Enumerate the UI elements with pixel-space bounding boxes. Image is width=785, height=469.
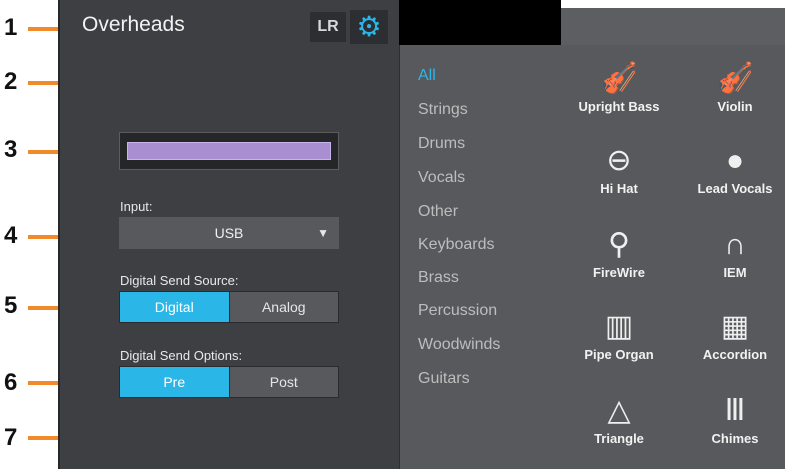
category-strings[interactable]: Strings bbox=[418, 101, 468, 119]
instrument-upright-bass[interactable]: 🎻 Upright Bass bbox=[564, 59, 674, 114]
send-options-post-button[interactable]: Post bbox=[228, 367, 338, 397]
send-options-toggle: Pre Post bbox=[119, 366, 339, 398]
send-source-digital-button[interactable]: Digital bbox=[120, 292, 229, 322]
upright-bass-icon: 🎻 bbox=[600, 62, 638, 95]
violin-icon: 🎻 bbox=[716, 62, 754, 95]
gear-icon: ⚙ bbox=[356, 11, 382, 42]
callout-2: 2 bbox=[4, 68, 18, 95]
category-woodwinds[interactable]: Woodwinds bbox=[418, 336, 500, 354]
hi-hat-icon: ⊖ bbox=[606, 144, 632, 177]
send-options-pre-button[interactable]: Pre bbox=[120, 367, 229, 397]
category-vocals[interactable]: Vocals bbox=[418, 169, 465, 187]
triangle-icon: △ bbox=[607, 394, 631, 427]
instrument-violin[interactable]: 🎻 Violin bbox=[680, 59, 785, 114]
callout-arrow-1 bbox=[28, 20, 74, 38]
callout-1: 1 bbox=[4, 14, 18, 41]
category-other[interactable]: Other bbox=[418, 203, 458, 221]
chevron-down-icon: ▼ bbox=[317, 226, 329, 240]
send-source-label: Digital Send Source: bbox=[120, 273, 239, 288]
settings-button[interactable]: ⚙ bbox=[350, 10, 388, 44]
instrument-lead-vocals[interactable]: ● Lead Vocals bbox=[680, 141, 785, 196]
instrument-accordion[interactable]: ▦ Accordion bbox=[680, 307, 785, 362]
lead-vocals-icon: ● bbox=[725, 144, 745, 177]
firewire-icon: ⚲ bbox=[608, 228, 630, 261]
category-keyboards[interactable]: Keyboards bbox=[418, 236, 495, 254]
headphones-icon: ∩ bbox=[724, 228, 746, 261]
callout-4: 4 bbox=[4, 222, 18, 249]
instrument-iem[interactable]: ∩ IEM bbox=[680, 225, 785, 280]
channel-title[interactable]: Overheads bbox=[82, 13, 185, 37]
callout-3: 3 bbox=[4, 136, 18, 163]
accordion-icon: ▦ bbox=[720, 310, 750, 343]
top-bar bbox=[399, 0, 561, 45]
callout-7: 7 bbox=[4, 424, 18, 451]
input-label: Input: bbox=[120, 199, 153, 214]
chimes-icon: Ⅲ bbox=[724, 394, 746, 427]
instrument-pipe-organ[interactable]: ▥ Pipe Organ bbox=[564, 307, 674, 362]
top-tab[interactable] bbox=[561, 8, 785, 45]
instrument-firewire[interactable]: ⚲ FireWire bbox=[564, 225, 674, 280]
instrument-triangle[interactable]: △ Triangle bbox=[564, 391, 674, 446]
input-select[interactable]: USB ▼ bbox=[119, 217, 339, 249]
category-drums[interactable]: Drums bbox=[418, 135, 465, 153]
callout-5: 5 bbox=[4, 292, 18, 319]
category-percussion[interactable]: Percussion bbox=[418, 302, 497, 320]
send-options-label: Digital Send Options: bbox=[120, 348, 243, 363]
channel-color-selector[interactable] bbox=[119, 132, 339, 170]
category-all[interactable]: All bbox=[418, 67, 436, 85]
category-guitars[interactable]: Guitars bbox=[418, 370, 470, 388]
category-brass[interactable]: Brass bbox=[418, 269, 459, 287]
instrument-picker-panel: All Strings Drums Vocals Other Keyboards… bbox=[399, 45, 785, 469]
send-source-toggle: Digital Analog bbox=[119, 291, 339, 323]
lr-button[interactable]: LR bbox=[310, 12, 346, 42]
pipe-organ-icon: ▥ bbox=[604, 310, 634, 343]
color-swatch bbox=[127, 142, 331, 160]
channel-settings-panel: Overheads LR ⚙ Input: USB ▼ Digital Send… bbox=[58, 0, 399, 469]
callout-6: 6 bbox=[4, 369, 18, 396]
instrument-hi-hat[interactable]: ⊖ Hi Hat bbox=[564, 141, 674, 196]
input-value: USB bbox=[214, 225, 244, 241]
send-source-analog-button[interactable]: Analog bbox=[228, 292, 338, 322]
instrument-chimes[interactable]: Ⅲ Chimes bbox=[680, 391, 785, 446]
